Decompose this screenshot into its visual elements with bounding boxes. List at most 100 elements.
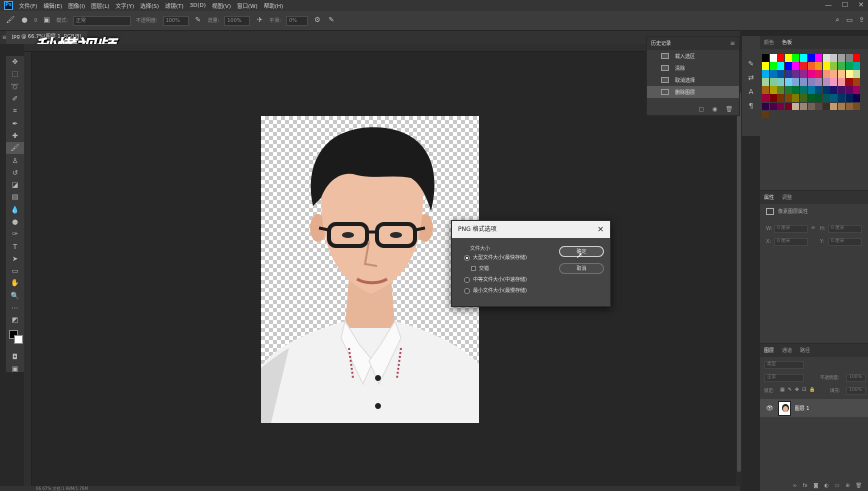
color-swatch[interactable]	[792, 94, 800, 103]
color-swatch[interactable]	[830, 86, 838, 94]
color-swatch[interactable]	[777, 94, 785, 103]
history-item-selected[interactable]: 删除图层	[647, 86, 739, 98]
cancel-button[interactable]: 取消	[559, 263, 604, 274]
link-icon[interactable]: ∞	[811, 225, 815, 231]
color-swatch[interactable]	[777, 86, 785, 94]
color-swatch[interactable]	[807, 94, 815, 103]
color-swatch[interactable]	[822, 70, 830, 78]
brush-tool-preset-icon[interactable]: 🖌	[6, 16, 15, 25]
color-swatch[interactable]	[762, 54, 770, 62]
color-swatch[interactable]	[762, 78, 770, 86]
menu-edit[interactable]: 编辑(E)	[43, 2, 62, 10]
color-swatch[interactable]	[815, 54, 823, 62]
color-swatch[interactable]	[784, 86, 792, 94]
flow-input[interactable]: 100%	[224, 15, 251, 26]
color-swatch[interactable]	[837, 70, 846, 78]
color-swatch[interactable]	[799, 54, 808, 62]
layer-row[interactable]: 👁 图层 1	[760, 399, 868, 417]
color-swatch[interactable]	[807, 54, 815, 62]
color-swatch[interactable]	[784, 102, 792, 111]
color-swatch[interactable]	[853, 62, 861, 70]
menu-image[interactable]: 图像(I)	[68, 2, 85, 10]
color-swatch[interactable]	[830, 54, 838, 62]
history-item[interactable]: 清除	[647, 62, 739, 74]
color-swatch[interactable]	[762, 70, 770, 78]
move-tool-icon[interactable]: ✥	[6, 56, 24, 68]
adjust-icon[interactable]: ⇄	[748, 74, 754, 82]
color-swatch[interactable]	[799, 70, 808, 78]
airbrush-icon[interactable]: ✈	[255, 16, 264, 25]
color-swatch[interactable]	[769, 102, 777, 111]
color-swatch[interactable]	[822, 102, 830, 111]
color-swatch[interactable]	[769, 94, 777, 103]
color-swatch[interactable]	[807, 62, 815, 70]
color-swatch[interactable]	[815, 86, 823, 94]
mode-select[interactable]: 正常	[72, 15, 131, 26]
color-swatch[interactable]	[815, 78, 823, 86]
color-swatch[interactable]	[784, 94, 792, 103]
color-swatch[interactable]	[792, 62, 800, 70]
panel-menu-icon[interactable]: ≡	[730, 40, 735, 47]
tab-swatches[interactable]: 色板	[782, 39, 792, 46]
hand-tool-icon[interactable]: ✋	[6, 277, 24, 289]
color-swatch[interactable]	[822, 86, 830, 94]
brush-size-value[interactable]: 9	[34, 18, 37, 24]
color-swatch[interactable]	[845, 62, 853, 70]
color-swatch[interactable]	[845, 102, 853, 111]
color-swatch[interactable]	[769, 62, 777, 70]
character-icon[interactable]: A	[749, 88, 754, 96]
menu-file[interactable]: 文件(F)	[19, 2, 37, 10]
new-group-icon[interactable]: ▭	[835, 483, 840, 489]
color-swatch[interactable]	[807, 78, 815, 86]
color-swatch[interactable]	[830, 78, 838, 86]
more-tools-icon[interactable]: ⋯	[6, 302, 24, 314]
radio-large-file[interactable]: 大型文件大小(最快存储)	[464, 254, 527, 261]
color-swatch[interactable]	[815, 62, 823, 70]
color-swatch[interactable]	[837, 86, 846, 94]
x-field[interactable]: 0 厘米	[774, 238, 808, 246]
color-swatch[interactable]	[822, 94, 830, 103]
dodge-tool-icon[interactable]: ●	[6, 216, 24, 228]
clone-stamp-tool-icon[interactable]: ♙	[6, 154, 24, 166]
color-swatch[interactable]	[830, 102, 838, 111]
color-swatch[interactable]	[762, 94, 770, 103]
eyedropper-tool-icon[interactable]: ✒	[6, 117, 24, 129]
type-tool-icon[interactable]: T	[6, 240, 24, 252]
scrollbar-thumb[interactable]	[737, 92, 741, 472]
y-field[interactable]: 0 厘米	[828, 238, 862, 246]
paragraph-icon[interactable]: ¶	[749, 102, 753, 110]
color-swatch[interactable]	[762, 62, 770, 70]
color-swatch[interactable]	[777, 54, 785, 62]
layer-filter-select[interactable]: 类型	[764, 361, 804, 369]
menu-filter[interactable]: 滤镜(T)	[165, 2, 184, 10]
color-swatch[interactable]	[769, 70, 777, 78]
radio-smallest-file[interactable]: 最小文件大小(最慢存储)	[464, 287, 527, 294]
color-swatch[interactable]	[807, 102, 815, 111]
color-swatch[interactable]	[853, 54, 861, 62]
layer-opacity-input[interactable]: 100%	[846, 374, 866, 382]
brush-tool-icon[interactable]: 🖌	[6, 142, 24, 155]
color-swatch[interactable]	[769, 78, 777, 86]
color-swatch[interactable]	[822, 62, 830, 70]
menu-layer[interactable]: 图层(L)	[91, 2, 109, 10]
color-swatch[interactable]	[837, 54, 846, 62]
color-swatch[interactable]	[837, 94, 846, 103]
tab-channels[interactable]: 通道	[782, 347, 792, 354]
color-swatch[interactable]	[815, 70, 823, 78]
eraser-tool-icon[interactable]: ◪	[6, 179, 24, 191]
color-swatch[interactable]	[815, 94, 823, 103]
color-swatch[interactable]	[837, 62, 846, 70]
menu-type[interactable]: 文字(Y)	[116, 2, 135, 10]
checkbox[interactable]	[471, 266, 476, 271]
color-swatch[interactable]	[769, 86, 777, 94]
color-swatch[interactable]	[777, 62, 785, 70]
color-swatch[interactable]	[777, 78, 785, 86]
quick-mask-icon[interactable]: ◘	[6, 351, 24, 363]
smoothing-input[interactable]: 0%	[285, 15, 308, 26]
color-swatch[interactable]	[777, 70, 785, 78]
color-swatch[interactable]	[792, 54, 800, 62]
tab-color[interactable]: 颜色	[764, 39, 774, 46]
tab-history[interactable]: 历史记录	[651, 40, 671, 47]
close-window-button[interactable]: ✕	[858, 1, 864, 9]
color-swatch[interactable]	[845, 54, 853, 62]
